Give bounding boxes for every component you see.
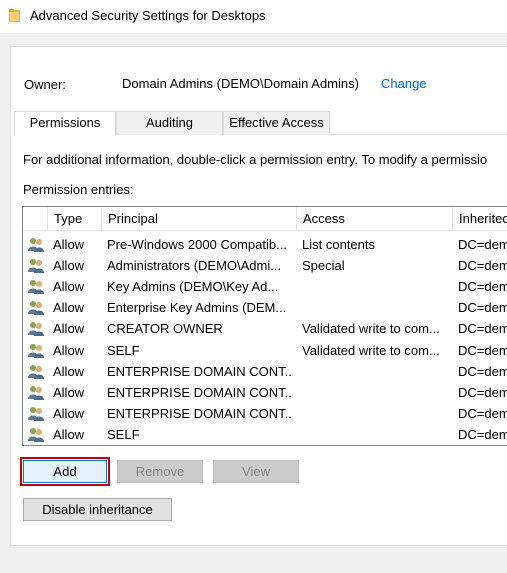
cell-inherited: DC=dem <box>458 342 507 358</box>
cell-principal: CREATOR OWNER <box>107 321 223 337</box>
permission-entries-label: Permission entries: <box>23 182 134 197</box>
cell-principal: Key Admins (DEMO\Key Ad... <box>107 279 279 295</box>
tab-effective-access[interactable]: Effective Access <box>223 111 330 135</box>
cell-access <box>302 361 448 382</box>
cell-type: Allow <box>53 300 85 316</box>
info-text: For additional information, double-click… <box>23 152 488 167</box>
remove-button[interactable]: Remove <box>117 460 203 483</box>
cell-type: Allow <box>53 384 85 400</box>
column-header-type[interactable]: Type <box>47 207 101 231</box>
table-row[interactable]: Allow ENTERPRISE DOMAIN CONT... DC=dem <box>23 361 507 382</box>
users-icon <box>28 406 44 421</box>
cell-principal: Administrators (DEMO\Admi... <box>107 258 282 274</box>
list-header: Type Principal Access Inherited <box>23 207 507 231</box>
folder-icon <box>9 9 20 22</box>
cell-inherited: DC=dem <box>458 258 507 274</box>
cell-access: List contents <box>302 237 375 252</box>
cell-access <box>302 297 448 318</box>
users-icon <box>28 322 44 337</box>
users-icon <box>28 343 44 358</box>
cell-access: Validated write to com... <box>302 342 440 358</box>
view-button[interactable]: View <box>213 460 299 483</box>
cell-type: Allow <box>53 363 85 379</box>
owner-label: Owner: <box>24 77 66 92</box>
cell-access <box>302 382 448 403</box>
cell-type: Allow <box>53 426 85 442</box>
cell-type: Allow <box>53 279 85 295</box>
tab-auditing[interactable]: Auditing <box>116 111 223 135</box>
cell-principal: Pre-Windows 2000 Compatib... <box>107 237 287 252</box>
users-icon <box>28 364 44 379</box>
cell-inherited: DC=dem <box>458 300 507 316</box>
cell-inherited: DC=dem <box>458 363 507 379</box>
cell-type: Allow <box>53 258 85 274</box>
cell-inherited: DC=dem <box>458 237 507 252</box>
cell-access <box>302 276 448 297</box>
users-icon <box>28 427 44 442</box>
table-row[interactable]: Allow ENTERPRISE DOMAIN CONT... DC=dem <box>23 403 507 424</box>
title-bar: Advanced Security Settings for Desktops <box>0 0 507 33</box>
table-row[interactable]: Allow Administrators (DEMO\Admi... Special… <box>23 255 507 276</box>
cell-access: Validated write to com... <box>302 321 440 337</box>
cell-principal: ENTERPRISE DOMAIN CONT... <box>107 363 293 379</box>
cell-principal: SELF <box>107 342 140 358</box>
cell-inherited: DC=dem <box>458 426 507 442</box>
tab-effective-access-label: Effective Access <box>229 115 324 130</box>
tab-permissions-label: Permissions <box>29 115 101 130</box>
cell-principal: Enterprise Key Admins (DEM... <box>107 300 287 316</box>
users-icon <box>28 385 44 400</box>
table-row[interactable]: Allow CREATOR OWNER Validated write to com… <box>23 318 507 339</box>
cell-principal: ENTERPRISE DOMAIN CONT... <box>107 384 293 400</box>
users-icon <box>28 301 44 316</box>
table-row[interactable]: Allow SELF Validated write to com... DC=dem <box>23 340 507 361</box>
column-header-principal[interactable]: Principal <box>101 207 296 231</box>
cell-inherited: DC=dem <box>458 384 507 400</box>
window-title: Advanced Security Settings for Desktops <box>30 8 266 23</box>
cell-access: Special <box>302 258 345 274</box>
add-button[interactable]: Add <box>23 460 107 483</box>
table-row[interactable]: Allow Pre-Windows 2000 Compatib... List co… <box>23 234 507 255</box>
column-header-inherited[interactable]: Inherited <box>452 207 507 231</box>
cell-access <box>302 403 448 424</box>
cell-inherited: DC=dem <box>458 279 507 295</box>
owner-value: Domain Admins (DEMO\Domain Admins) <box>122 76 359 91</box>
disable-inheritance-button[interactable]: Disable inheritance <box>23 498 172 521</box>
cell-type: Allow <box>53 342 85 358</box>
cell-type: Allow <box>53 405 85 421</box>
users-icon <box>28 259 44 274</box>
tab-permissions[interactable]: Permissions <box>14 111 116 136</box>
users-icon <box>28 238 44 252</box>
column-header-access[interactable]: Access <box>296 207 452 231</box>
cell-principal: SELF <box>107 426 140 442</box>
cell-inherited: DC=dem <box>458 321 507 337</box>
table-row[interactable]: Allow Enterprise Key Admins (DEM... DC=dem <box>23 297 507 318</box>
change-owner-link[interactable]: Change <box>381 76 427 91</box>
cell-type: Allow <box>53 237 85 252</box>
table-row[interactable]: Allow Key Admins (DEMO\Key Ad... DC=dem <box>23 276 507 297</box>
table-row[interactable]: Allow SELF DC=dem <box>23 424 507 445</box>
cell-type: Allow <box>53 321 85 337</box>
permission-entries-list[interactable]: Type Principal Access Inherited Allow Pre… <box>22 206 507 446</box>
table-row[interactable]: Allow ENTERPRISE DOMAIN CONT... DC=dem <box>23 382 507 403</box>
cell-access <box>302 424 448 445</box>
users-icon <box>28 280 44 295</box>
cell-principal: ENTERPRISE DOMAIN CONT... <box>107 405 293 421</box>
cell-inherited: DC=dem <box>458 405 507 421</box>
tab-auditing-label: Auditing <box>146 115 193 130</box>
